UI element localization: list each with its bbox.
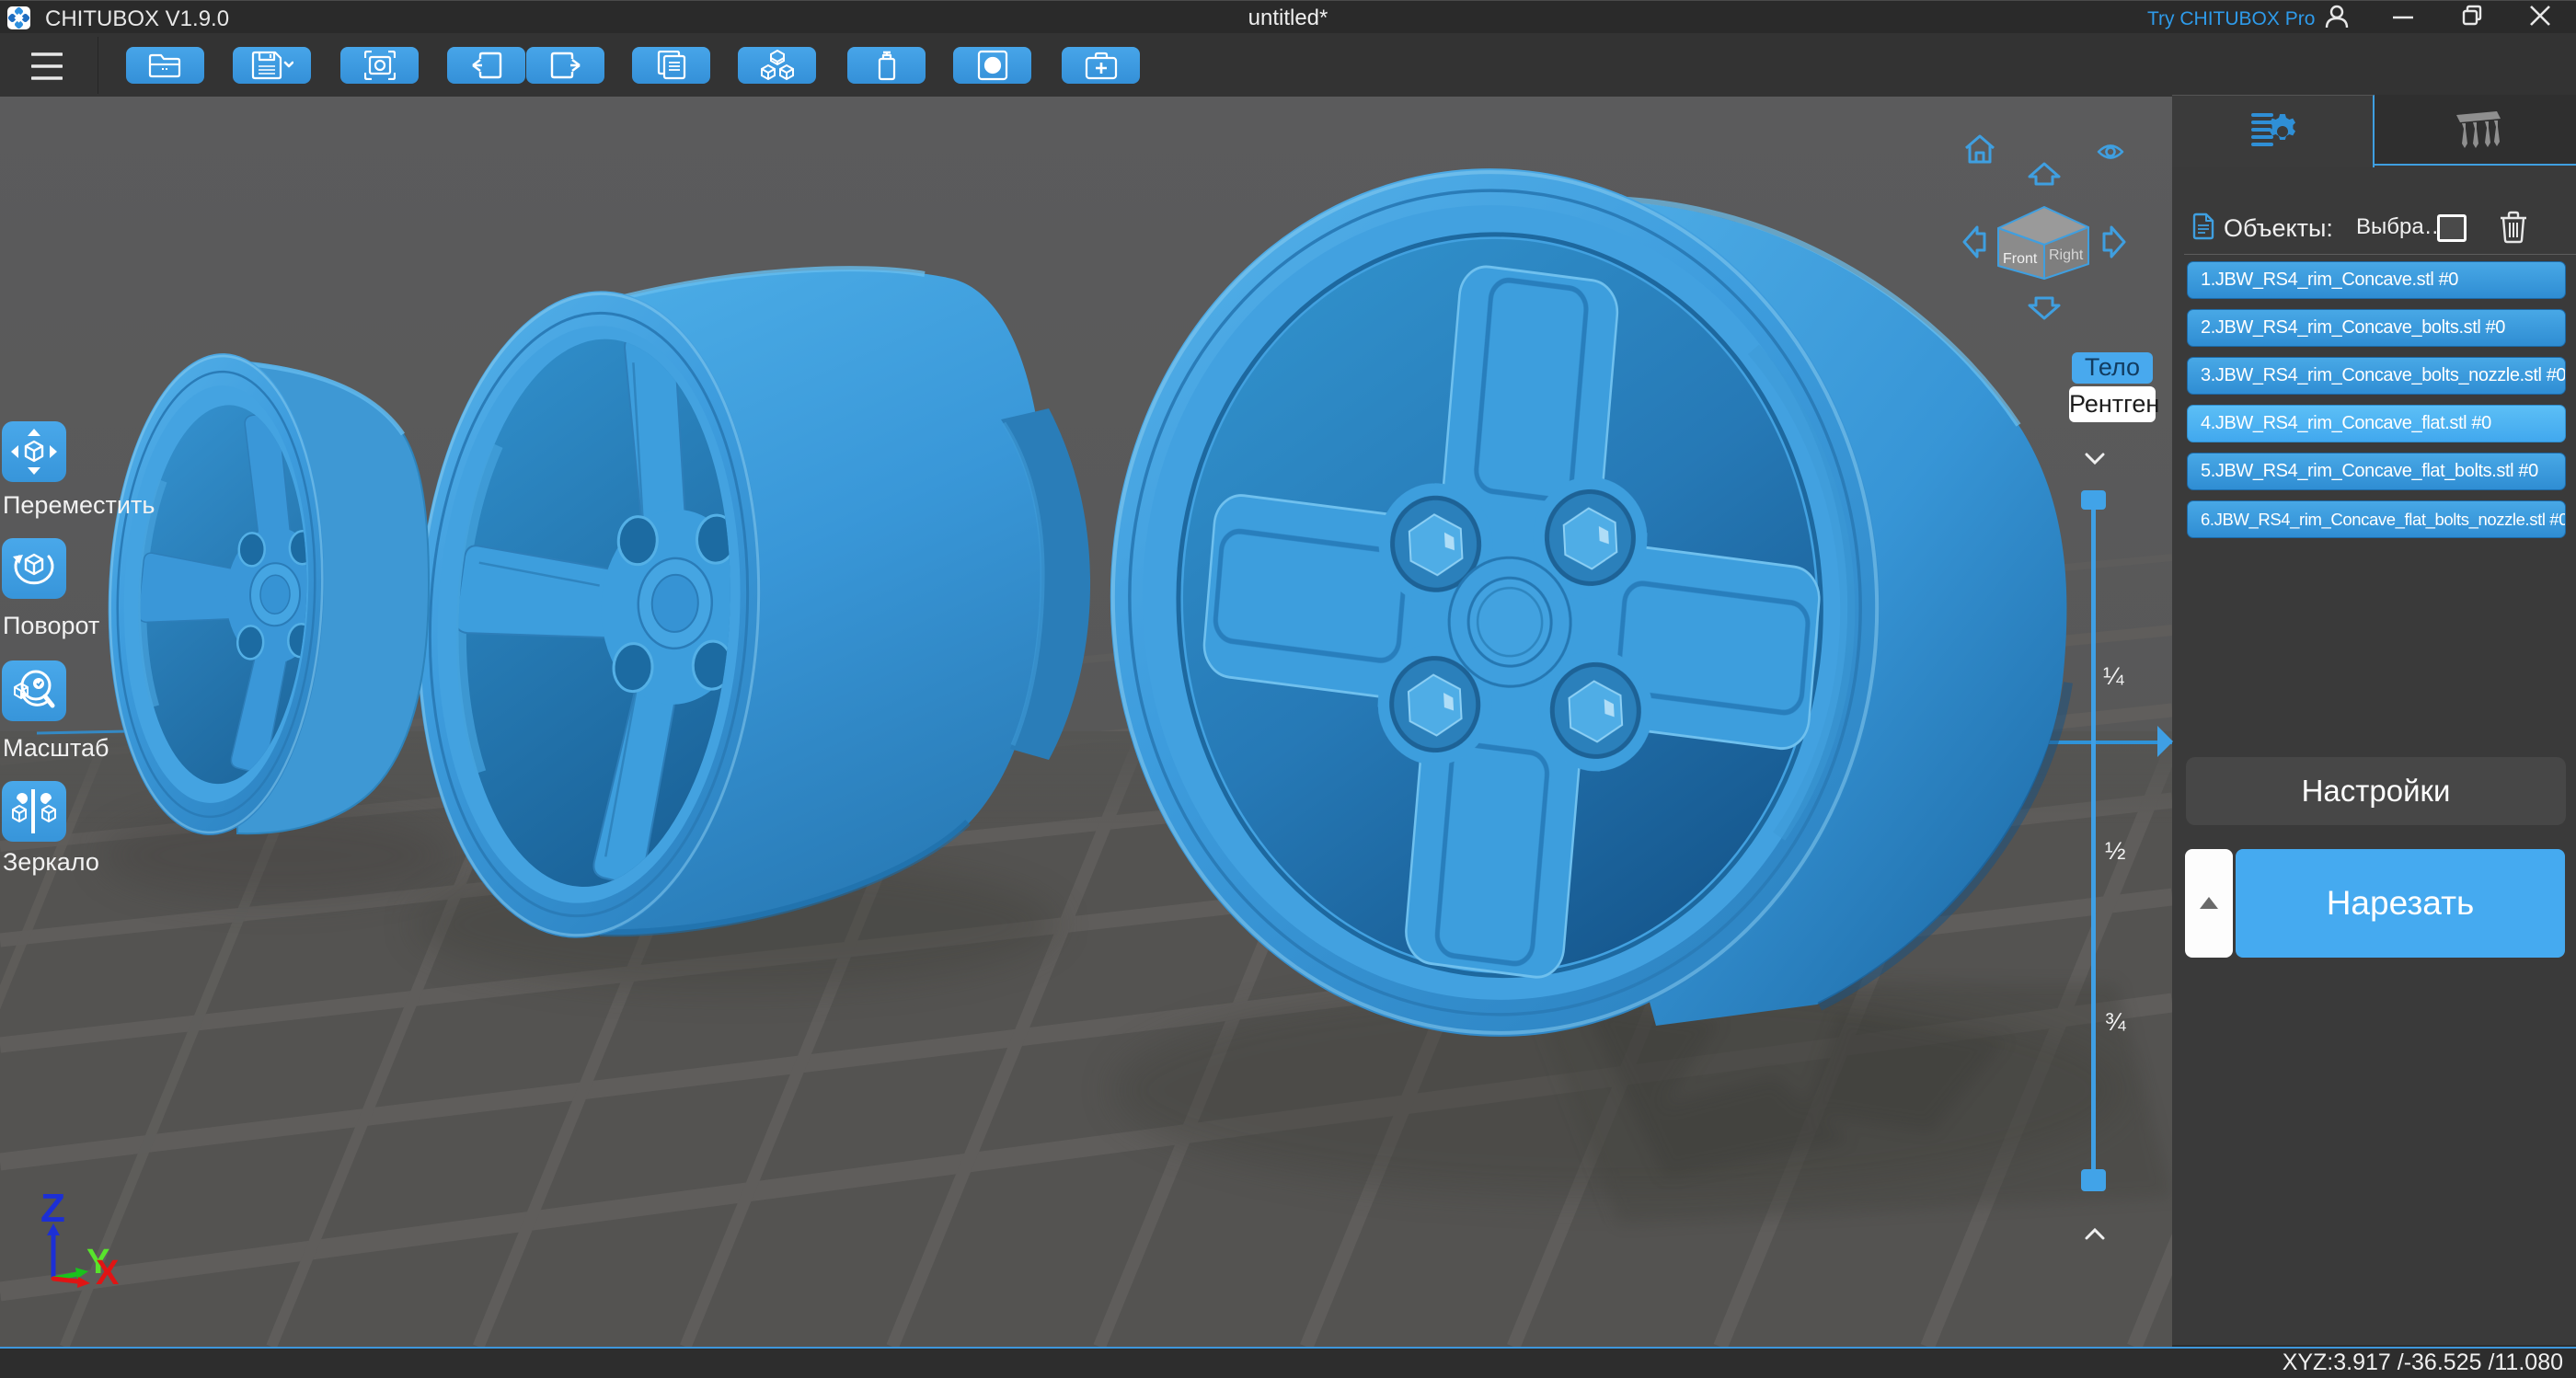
svg-text:X: X: [96, 1254, 120, 1292]
svg-text:Right: Right: [2049, 247, 2084, 263]
svg-text:Front: Front: [2003, 251, 2038, 267]
svg-text:Z: Z: [40, 1186, 65, 1231]
